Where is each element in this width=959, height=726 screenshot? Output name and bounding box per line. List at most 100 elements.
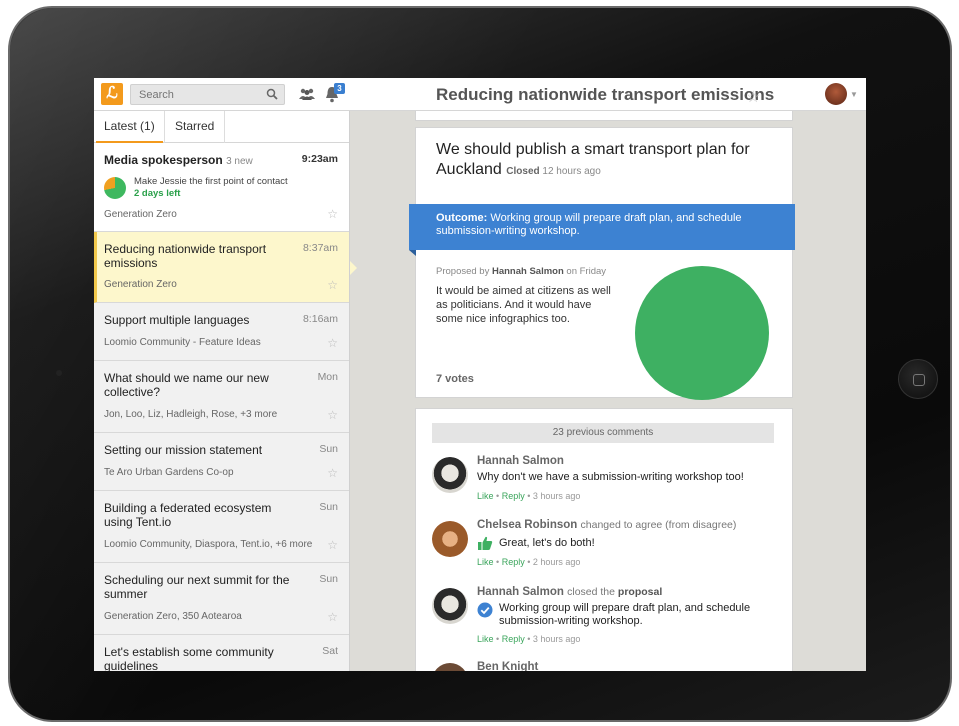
star-icon[interactable]: ☆ [327, 610, 338, 624]
comments-card: 23 previous comments Hannah Salmon Why d… [415, 408, 793, 671]
list-item[interactable]: Support multiple languages 8:16am Loomio… [94, 303, 349, 361]
list-item[interactable]: Setting our mission statement Sun Te Aro… [94, 433, 349, 491]
comment-item: Hannah Salmon closed the proposal Workin… [432, 586, 782, 650]
comment-meta: Like • Reply • 3 hours ago [477, 491, 581, 501]
user-avatar[interactable] [825, 83, 847, 105]
star-icon[interactable]: ☆ [327, 408, 338, 422]
like-link[interactable]: Like [477, 491, 494, 501]
vote-count[interactable]: 7 votes [436, 373, 474, 385]
home-square-icon [913, 374, 925, 386]
star-icon[interactable]: ☆ [327, 278, 338, 292]
discussion-main: We should publish a smart transport plan… [350, 111, 866, 671]
item-time: Sat [322, 645, 338, 657]
list-item-selected[interactable]: Reducing nationwide transport emissions … [94, 232, 349, 303]
comment-meta: Like • Reply • 2 hours ago [477, 557, 581, 567]
item-time: 8:16am [302, 313, 338, 325]
star-icon[interactable]: ☆ [327, 207, 338, 221]
item-title: Scheduling our next summit for the summe… [104, 573, 290, 601]
comment-author[interactable]: Hannah Salmon [477, 455, 564, 467]
item-title: Media spokesperson 3 new [104, 153, 253, 167]
notifications-badge: 3 [334, 83, 345, 94]
item-group: Generation Zero, 350 Aotearoa [104, 611, 242, 622]
deadline-left: 2 days left [134, 188, 181, 199]
search-input[interactable] [131, 85, 256, 105]
comment-meta: Like • Reply • 3 hours ago [477, 634, 581, 644]
reply-link[interactable]: Reply [502, 491, 525, 501]
item-time: 9:23am [301, 153, 338, 165]
discussion-sidebar: Latest (1) Starred Media spokesperson 3 … [94, 111, 350, 671]
outcome-label: Outcome: [436, 212, 488, 224]
comment-item: Hannah Salmon Why don't we have a submis… [432, 455, 782, 505]
list-item[interactable]: Scheduling our next summit for the summe… [94, 563, 349, 635]
item-group: Generation Zero [104, 279, 177, 290]
previous-comments-button[interactable]: 23 previous comments [432, 423, 774, 443]
proposal-title: We should publish a smart transport plan… [436, 141, 750, 178]
star-icon[interactable]: ☆ [327, 466, 338, 480]
avatar[interactable] [432, 521, 468, 557]
proposal-description: It would be aimed at citizens as well as… [436, 285, 611, 325]
star-icon[interactable]: ☆ [327, 538, 338, 552]
avatar[interactable] [432, 457, 468, 493]
item-title: Let's establish some community guideline… [104, 645, 274, 671]
thumbs-up-icon [478, 536, 493, 550]
proposer-link[interactable]: Hannah Salmon [492, 266, 564, 277]
comment-item: Ben Knight [432, 661, 782, 671]
item-title: What should we name our new collective? [104, 371, 269, 399]
reply-link[interactable]: Reply [502, 634, 525, 644]
sidebar-tabs: Latest (1) Starred [94, 111, 349, 143]
camera-dot [56, 370, 62, 376]
comment-body: Great, let's do both! [499, 537, 595, 549]
comment-author: Chelsea Robinson changed to agree (from … [477, 519, 737, 531]
list-item[interactable]: Building a federated ecosystem using Ten… [94, 491, 349, 563]
proposal-summary: Make Jessie the first point of contact [134, 176, 288, 187]
item-title: Reducing nationwide transport emissions [104, 242, 267, 270]
proposed-by: Proposed by Hannah Salmon on Friday [436, 266, 607, 277]
like-link[interactable]: Like [477, 557, 494, 567]
new-count: 3 new [226, 156, 253, 167]
list-item[interactable]: Let's establish some community guideline… [94, 635, 349, 671]
avatar[interactable] [432, 588, 468, 624]
item-group: Generation Zero [104, 209, 177, 220]
comment-author[interactable]: Ben Knight [477, 661, 538, 671]
list-item[interactable]: Media spokesperson 3 new 9:23am Make Jes… [94, 143, 349, 232]
page-title: Reducing nationwide transport emissions [436, 85, 775, 104]
item-time: Sun [319, 573, 338, 585]
list-item[interactable]: What should we name our new collective? … [94, 361, 349, 433]
home-button[interactable] [898, 359, 938, 399]
outcome-fold [409, 250, 416, 256]
search-icon[interactable] [266, 88, 278, 100]
item-time: Sun [319, 501, 338, 513]
comment-body: Working group will prepare draft plan, a… [499, 602, 751, 627]
card-stub [415, 111, 793, 121]
item-group: Loomio Community - Feature Ideas [104, 337, 261, 348]
outcome-banner: Outcome: Working group will prepare draf… [409, 204, 795, 250]
groups-icon[interactable] [299, 88, 315, 100]
chevron-down-icon[interactable]: ▼ [850, 90, 858, 99]
tab-latest[interactable]: Latest (1) [96, 111, 163, 143]
reply-link[interactable]: Reply [502, 557, 525, 567]
tab-starred[interactable]: Starred [164, 111, 226, 143]
proposal-status: Closed 12 hours ago [506, 166, 601, 177]
check-circle-icon [477, 602, 493, 618]
item-time: 8:37am [302, 242, 338, 254]
top-bar: ℒ 3 Reducing nationwide transport emissi… [94, 78, 866, 111]
proposal-pie-icon [104, 177, 126, 199]
loomio-logo[interactable]: ℒ [101, 83, 123, 105]
star-icon[interactable]: ☆ [327, 336, 338, 350]
star-icon[interactable]: ☆ [746, 87, 760, 107]
comment-item: Chelsea Robinson changed to agree (from … [432, 519, 782, 571]
search-box[interactable] [130, 84, 285, 105]
item-title: Setting our mission statement [104, 443, 263, 457]
item-title: Building a federated ecosystem using Ten… [104, 501, 272, 529]
like-link[interactable]: Like [477, 634, 494, 644]
item-title: Support multiple languages [104, 313, 250, 327]
app-screen: ℒ 3 Reducing nationwide transport emissi… [94, 78, 866, 671]
avatar[interactable] [432, 663, 468, 671]
proposal-card: We should publish a smart transport plan… [409, 127, 795, 400]
item-group: Te Aro Urban Gardens Co-op [104, 467, 234, 478]
item-group: Jon, Loo, Liz, Hadleigh, Rose, +3 more [104, 409, 278, 420]
vote-pie-chart [635, 266, 769, 400]
item-time: Mon [317, 371, 338, 383]
comment-body: Why don't we have a submission-writing w… [477, 471, 744, 483]
item-group: Loomio Community, Diaspora, Tent.io, +6 … [104, 539, 313, 550]
